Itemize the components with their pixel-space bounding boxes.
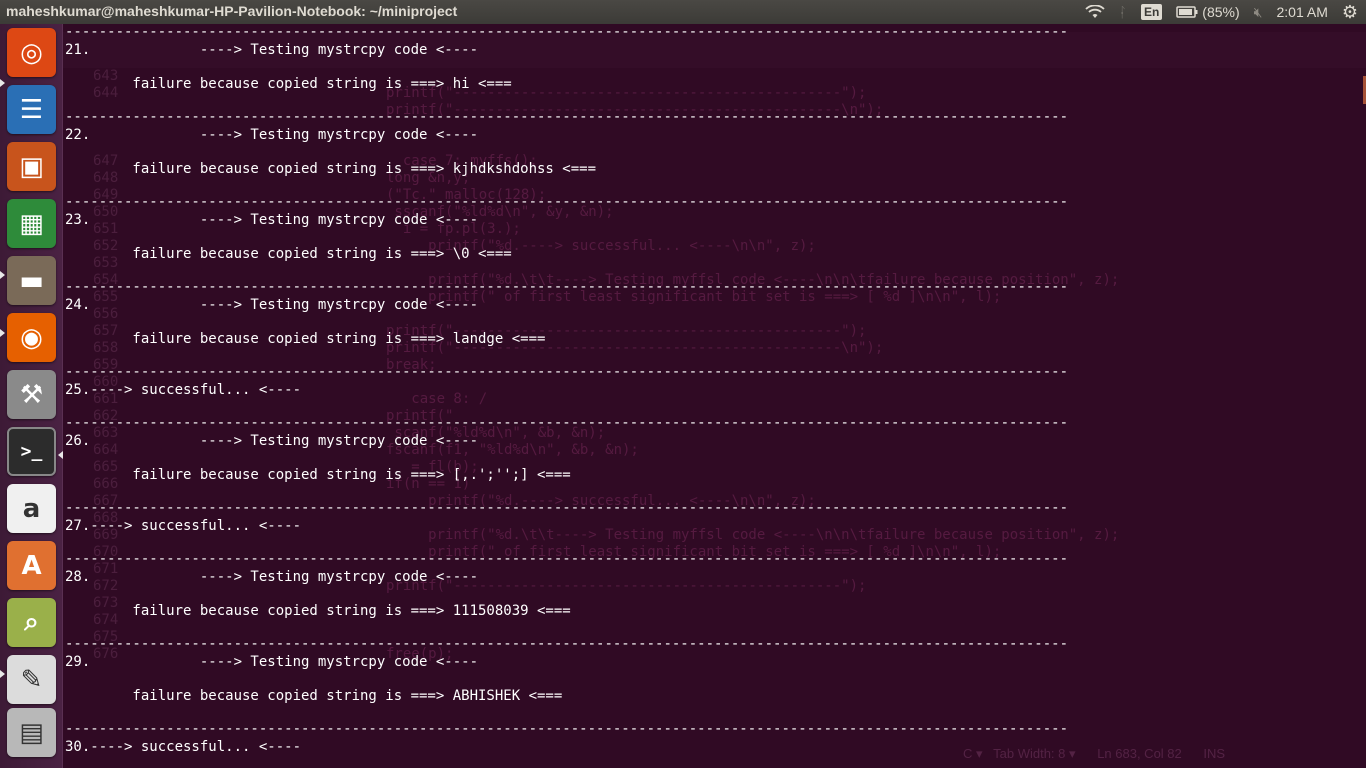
- system-tray: ᛛ En (85%) 🔇︎ 2:01 AM ⚙: [1084, 0, 1358, 24]
- editor-code-line: case 8: /: [386, 391, 488, 407]
- separator-line: ----------------------------------------…: [65, 194, 1069, 210]
- window-title: maheshkumar@maheshkumar-HP-Pavilion-Note…: [6, 3, 458, 19]
- terminal-line: failure because copied string is ===> [,…: [65, 467, 571, 483]
- libreoffice-impress-icon[interactable]: ▣: [7, 142, 56, 191]
- launcher: ◎ ☰ ▣ ▦ ▬ ◉ ⚒ >_a A ⌕ ✎ ▤: [0, 24, 63, 768]
- terminal-line: failure because copied string is ===> la…: [65, 331, 546, 347]
- separator-line: ----------------------------------------…: [65, 109, 1069, 125]
- separator-line: ----------------------------------------…: [65, 500, 1069, 516]
- terminal-line: failure because copied string is ===> \0…: [65, 246, 512, 262]
- workspace-switcher-icon[interactable]: ▤: [7, 708, 56, 757]
- terminal-line: 30.----> successful... <----: [65, 739, 302, 755]
- terminal-line: failure because copied string is ===> 11…: [65, 603, 571, 619]
- firefox-icon[interactable]: ◉: [7, 313, 56, 362]
- terminal-line: 29. ----> Testing mystrcpy code <----: [65, 654, 479, 670]
- running-app-indicator: [0, 670, 5, 678]
- libreoffice-writer-icon[interactable]: ☰: [7, 85, 56, 134]
- top-panel: maheshkumar@maheshkumar-HP-Pavilion-Note…: [0, 0, 1366, 24]
- terminal-line: 28. ----> Testing mystrcpy code <----: [65, 569, 479, 585]
- separator-line: ----------------------------------------…: [65, 364, 1069, 380]
- keyboard-layout-indicator[interactable]: En: [1140, 4, 1163, 20]
- background-editor-statusbar: C ▾ Tab Width: 8 ▾ Ln 683, Col 82 INS: [963, 746, 1226, 761]
- separator-line: ----------------------------------------…: [65, 415, 1069, 431]
- terminal-line: failure because copied string is ===> AB…: [65, 688, 563, 704]
- bluetooth-icon[interactable]: ᛛ: [1119, 4, 1127, 20]
- separator-line: ----------------------------------------…: [65, 721, 1069, 737]
- battery-indicator[interactable]: (85%): [1176, 4, 1240, 20]
- separator-line: ----------------------------------------…: [65, 279, 1069, 295]
- separator-line: ----------------------------------------…: [65, 636, 1069, 652]
- volume-muted-icon[interactable]: 🔇︎: [1254, 4, 1263, 21]
- running-app-indicator: [0, 329, 5, 337]
- battery-icon: [1176, 6, 1198, 18]
- gear-icon[interactable]: ⚙: [1342, 2, 1358, 23]
- ubuntu-dash-icon[interactable]: ◎: [7, 28, 56, 77]
- running-app-indicator: [0, 271, 5, 279]
- terminal-line: 21. ----> Testing mystrcpy code <----: [65, 42, 479, 58]
- terminal-line: 24. ----> Testing mystrcpy code <----: [65, 297, 479, 313]
- terminal-line: failure because copied string is ===> hi…: [65, 76, 512, 92]
- system-settings-icon[interactable]: ⚒: [7, 370, 56, 419]
- separator-line: ----------------------------------------…: [65, 24, 1069, 40]
- terminal-window[interactable]: 643 644 printf("--------------------------…: [63, 24, 1366, 768]
- battery-percent: (85%): [1202, 4, 1240, 20]
- files-icon[interactable]: ▬: [7, 256, 56, 305]
- amazon-icon[interactable]: a: [7, 484, 56, 533]
- terminal-line: failure because copied string is ===> kj…: [65, 161, 597, 177]
- running-app-indicator: [0, 79, 5, 87]
- terminal-line: 22. ----> Testing mystrcpy code <----: [65, 127, 479, 143]
- software-center-icon[interactable]: A: [7, 541, 56, 590]
- terminal-line: 25.----> successful... <----: [65, 382, 302, 398]
- separator-line: ----------------------------------------…: [65, 551, 1069, 567]
- wifi-icon[interactable]: [1084, 5, 1105, 19]
- terminal-icon[interactable]: >_: [7, 427, 56, 476]
- terminal-line: 26. ----> Testing mystrcpy code <----: [65, 433, 479, 449]
- editor-code-line: printf("%d.\t\t----> Testing myffsl code…: [386, 527, 1120, 543]
- text-editor-icon[interactable]: ✎: [7, 655, 56, 704]
- terminal-line: 27.----> successful... <----: [65, 518, 302, 534]
- clock[interactable]: 2:01 AM: [1276, 4, 1327, 20]
- libreoffice-calc-icon[interactable]: ▦: [7, 199, 56, 248]
- terminal-line: 23. ----> Testing mystrcpy code <----: [65, 212, 479, 228]
- system-monitor-icon[interactable]: ⌕: [7, 598, 56, 647]
